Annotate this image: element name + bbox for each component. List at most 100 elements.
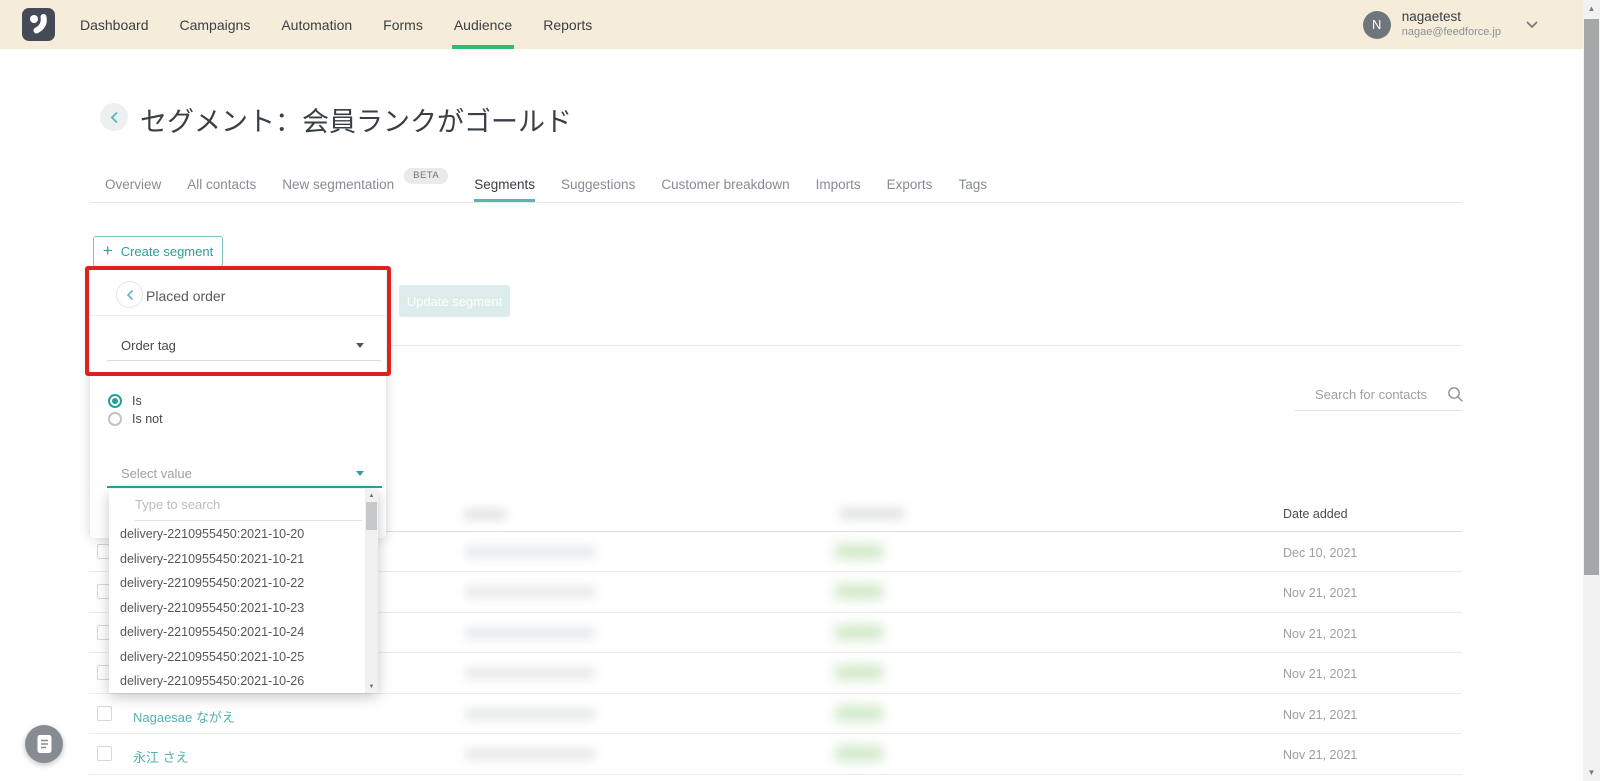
blurred-email: [465, 626, 595, 639]
help-widget-button[interactable]: [25, 725, 63, 763]
date-added-cell: Nov 21, 2021: [1283, 748, 1358, 762]
blurred-email: [465, 545, 595, 558]
value-dropdown: delivery-2210955450:2021-10-20delivery-2…: [109, 489, 378, 693]
radio-label: Is not: [132, 412, 163, 426]
blurred-status-badge: [835, 705, 883, 721]
omnisend-logo-glyph: [30, 14, 47, 34]
tab-label: Overview: [105, 177, 162, 192]
contact-name-link[interactable]: 永江 さえ: [133, 747, 189, 766]
scrollbar-thumb[interactable]: [366, 502, 377, 530]
blurred-status-badge: [835, 584, 883, 599]
panel-divider: [90, 315, 386, 316]
scroll-down-icon[interactable]: ▼: [365, 680, 378, 693]
back-button[interactable]: [100, 103, 128, 131]
blurred-email: [465, 667, 595, 679]
tab-label: Exports: [886, 177, 933, 192]
update-segment-button[interactable]: Update segment: [399, 285, 510, 317]
avatar: N: [1362, 10, 1391, 39]
radio-selected-icon: [108, 394, 122, 408]
tab-label: Customer breakdown: [661, 177, 790, 192]
table-row: Nagaesae ながえ Nov 21, 2021: [89, 694, 1462, 734]
date-added-cell: Nov 21, 2021: [1283, 626, 1358, 641]
chevron-down-icon: [1526, 20, 1538, 29]
order-tag-select[interactable]: Order tag: [121, 338, 176, 353]
create-segment-button[interactable]: + Create segment: [93, 236, 223, 267]
nav-item-automation[interactable]: Automation: [279, 0, 354, 49]
blurred-column-header: [464, 509, 506, 520]
contact-name-link[interactable]: Nagaesae ながえ: [133, 707, 235, 726]
create-segment-label: Create segment: [120, 244, 214, 259]
blurred-status-badge: [835, 746, 883, 761]
chevron-left-icon: [126, 289, 133, 300]
tab-overview[interactable]: Overview: [105, 170, 161, 202]
tab-label: New segmentation: [282, 177, 395, 192]
chevron-down-icon: [356, 343, 364, 348]
user-email: nagae@feedforce.jp: [1401, 26, 1501, 39]
blurred-status-badge: [835, 543, 883, 559]
dropdown-divider: [135, 520, 362, 521]
page-scrollbar[interactable]: ▲ ▼: [1583, 0, 1600, 781]
dropdown-option[interactable]: delivery-2210955450:2021-10-20: [109, 522, 365, 547]
dropdown-search-input[interactable]: [109, 496, 337, 513]
plus-icon: +: [102, 241, 113, 260]
table-row: 永江 さえ Nov 21, 2021: [89, 734, 1462, 775]
scrollbar-thumb[interactable]: [1584, 19, 1599, 575]
dropdown-scrollbar[interactable]: ▲ ▼: [365, 489, 378, 693]
tab-label: All contacts: [187, 177, 257, 192]
nav-item-reports[interactable]: Reports: [541, 0, 594, 49]
dropdown-option[interactable]: delivery-2210955450:2021-10-26: [109, 669, 365, 693]
scroll-down-icon[interactable]: ▼: [1583, 764, 1600, 781]
nav-item-audience[interactable]: Audience: [451, 0, 515, 49]
tab-label: Segments: [474, 177, 536, 192]
dropdown-option[interactable]: delivery-2210955450:2021-10-23: [109, 596, 365, 621]
tab-segments[interactable]: Segments: [474, 170, 536, 202]
date-added-cell: Nov 21, 2021: [1283, 667, 1358, 681]
column-header-date-added[interactable]: Date added: [1283, 507, 1348, 521]
tab-label: Imports: [815, 177, 861, 192]
row-checkbox[interactable]: [97, 705, 112, 721]
radio-label: Is: [132, 394, 142, 408]
value-select-underline: [107, 486, 382, 488]
blurred-column-header: [840, 507, 904, 520]
blurred-status-badge: [835, 624, 883, 640]
search-icon[interactable]: [1447, 386, 1464, 403]
scroll-up-icon[interactable]: ▲: [365, 489, 378, 502]
beta-badge: BETA: [404, 167, 449, 184]
dropdown-option[interactable]: delivery-2210955450:2021-10-21: [109, 547, 365, 572]
brand-logo-icon[interactable]: [22, 8, 55, 41]
dropdown-option[interactable]: delivery-2210955450:2021-10-25: [109, 645, 365, 670]
chevron-left-icon: [110, 111, 118, 123]
user-menu[interactable]: N nagaetest nagae@feedforce.jp: [1362, 0, 1538, 49]
contact-search: [1295, 378, 1464, 411]
tab-all-contacts[interactable]: All contacts: [187, 170, 256, 202]
row-checkbox[interactable]: [97, 746, 112, 761]
value-select[interactable]: Select value: [121, 466, 192, 481]
chevron-down-icon: [356, 471, 364, 476]
nav-item-forms[interactable]: Forms: [381, 0, 425, 49]
tab-imports[interactable]: Imports: [816, 170, 861, 202]
dropdown-option-list: delivery-2210955450:2021-10-20 delivery-2…: [109, 522, 365, 693]
tab-customer-breakdown[interactable]: Customer breakdown: [661, 170, 789, 202]
nav-item-dashboard[interactable]: Dashboard: [78, 0, 151, 49]
radio-is[interactable]: Is: [108, 394, 142, 408]
radio-is-not[interactable]: Is not: [108, 412, 163, 426]
nav-item-campaigns[interactable]: Campaigns: [178, 0, 253, 49]
app-window: Dashboard Campaigns Automation Forms Audienc…: [0, 0, 1600, 781]
user-info: nagaetest nagae@feedforce.jp: [1402, 9, 1501, 40]
tab-suggestions[interactable]: Suggestions: [561, 170, 635, 202]
dropdown-option[interactable]: delivery-2210955450:2021-10-24: [109, 620, 365, 645]
audience-tabs: Overview All contacts New segmentation BETA…: [90, 167, 1462, 203]
tab-tags[interactable]: Tags: [958, 170, 987, 202]
section-divider: [391, 345, 1462, 346]
document-icon: [37, 735, 51, 753]
blurred-email: [465, 707, 595, 720]
tab-new-segmentation[interactable]: New segmentation BETA: [282, 167, 449, 202]
dropdown-option[interactable]: delivery-2210955450:2021-10-22: [109, 571, 365, 596]
filter-title: Placed order: [146, 288, 226, 304]
filter-back-button[interactable]: [116, 281, 143, 308]
tab-label: Tags: [958, 177, 987, 192]
tab-exports[interactable]: Exports: [887, 170, 933, 202]
scroll-up-icon[interactable]: ▲: [1583, 0, 1600, 17]
date-added-cell: Nov 21, 2021: [1283, 707, 1358, 722]
contact-search-input[interactable]: [1295, 385, 1447, 403]
